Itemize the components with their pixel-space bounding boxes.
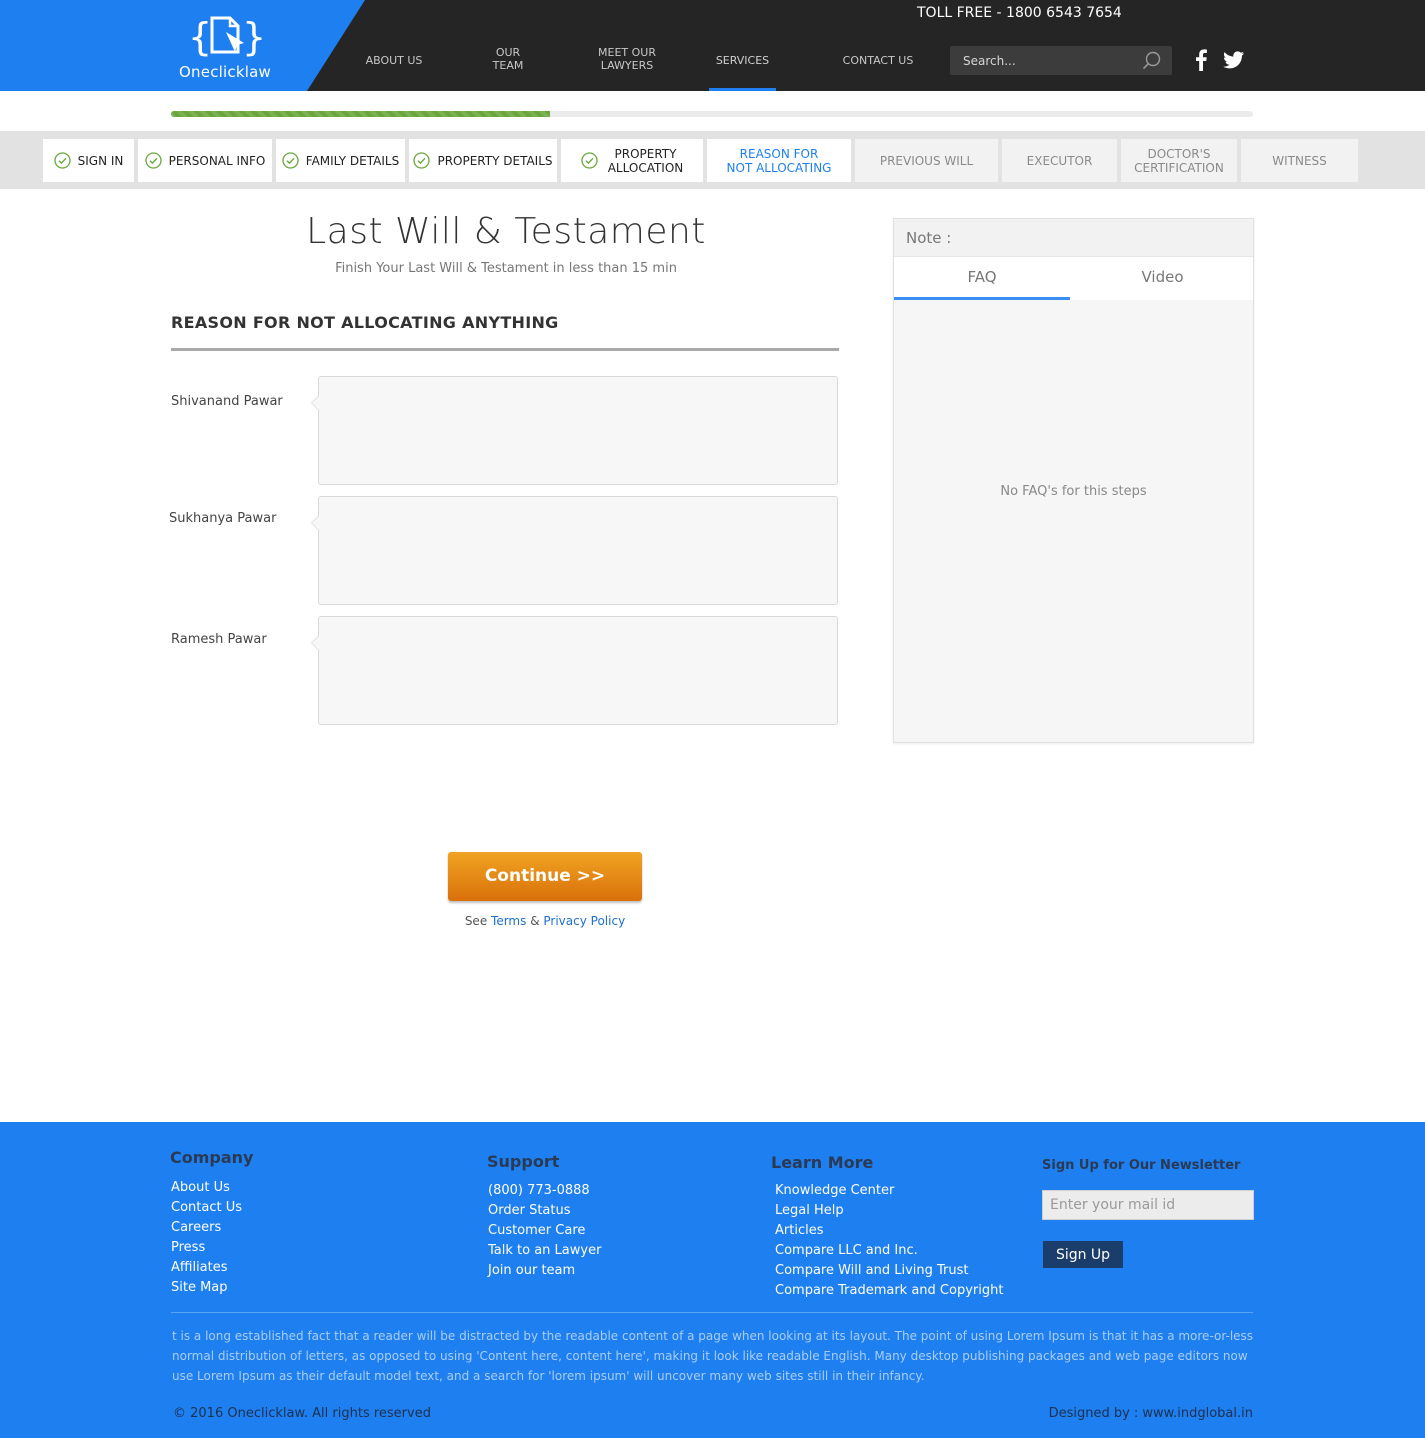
- step-personal-info[interactable]: PERSONAL INFO: [138, 139, 272, 182]
- brand-name: Oneclicklaw: [179, 63, 271, 81]
- terms-link[interactable]: Terms: [491, 914, 526, 928]
- tab-faq[interactable]: FAQ: [894, 257, 1070, 300]
- footer-company-links: About Us Contact Us Careers Press Affili…: [171, 1178, 242, 1298]
- newsletter-signup-button[interactable]: Sign Up: [1043, 1241, 1123, 1268]
- check-circle-icon: [144, 152, 162, 169]
- nav-contact-us[interactable]: CONTACT US: [836, 0, 920, 91]
- reason-box: [311, 376, 838, 485]
- faq-empty-message: No FAQ's for this steps: [1000, 484, 1147, 499]
- check-circle-icon: [581, 152, 598, 169]
- page-subtitle: Finish Your Last Will & Testament in les…: [335, 261, 677, 276]
- privacy-policy-link[interactable]: Privacy Policy: [543, 914, 625, 928]
- footer-description: t is a long established fact that a read…: [172, 1329, 1254, 1383]
- facebook-icon[interactable]: [1194, 49, 1208, 71]
- footer-link[interactable]: Compare Will and Living Trust: [775, 1261, 1003, 1281]
- check-circle-icon: [413, 152, 431, 169]
- footer-link[interactable]: Careers: [171, 1218, 242, 1238]
- progress-fill: [171, 111, 550, 117]
- step-previous-will[interactable]: PREVIOUS WILL: [855, 139, 998, 182]
- footer-link[interactable]: Articles: [775, 1221, 1003, 1241]
- document-cursor-icon: { }: [188, 15, 264, 59]
- footer-link[interactable]: Knowledge Center: [775, 1181, 1003, 1201]
- footer-link[interactable]: Order Status: [488, 1201, 601, 1221]
- brand-logo[interactable]: { } Oneclicklaw: [170, 10, 280, 82]
- search-box: [950, 46, 1172, 75]
- step-property-details[interactable]: PROPERTY DETAILS: [409, 139, 557, 182]
- footer-link[interactable]: Compare Trademark and Copyright: [775, 1281, 1003, 1301]
- footer-link[interactable]: About Us: [171, 1178, 242, 1198]
- designed-by[interactable]: Designed by : www.indglobal.in: [1049, 1406, 1253, 1421]
- footer-divider: [171, 1312, 1253, 1313]
- svg-text:{: {: [188, 15, 212, 59]
- search-input[interactable]: [950, 46, 1172, 75]
- note-title: Note :: [894, 219, 1253, 257]
- reason-textarea-shivanand[interactable]: [319, 377, 837, 484]
- copyright: © 2016 Oneclicklaw. All rights reserved: [173, 1406, 431, 1421]
- footer-learn-heading: Learn More: [771, 1153, 874, 1172]
- check-circle-icon: [53, 152, 71, 169]
- continue-button[interactable]: Continue >>: [448, 852, 642, 901]
- footer-link[interactable]: Compare LLC and Inc.: [775, 1241, 1003, 1261]
- footer-link[interactable]: Join our team: [488, 1261, 601, 1281]
- footer-link[interactable]: Customer Care: [488, 1221, 601, 1241]
- tab-video[interactable]: Video: [1070, 257, 1255, 300]
- person-name-label: Shivanand Pawar: [171, 394, 283, 409]
- person-name-label: Ramesh Pawar: [171, 632, 267, 647]
- terms-line: See Terms & Privacy Policy: [464, 914, 626, 928]
- nav-our-team[interactable]: OUR TEAM: [478, 0, 538, 91]
- twitter-icon[interactable]: [1223, 51, 1244, 69]
- footer-learn-links: Knowledge Center Legal Help Articles Com…: [775, 1181, 1003, 1301]
- reason-textarea-ramesh[interactable]: [319, 617, 837, 724]
- step-doctors-certification[interactable]: DOCTOR'S CERTIFICATION: [1121, 139, 1237, 182]
- person-name-label: Sukhanya Pawar: [169, 511, 277, 526]
- progress-bar: [171, 111, 1253, 117]
- step-sign-in[interactable]: SIGN IN: [43, 139, 134, 182]
- note-tabs: FAQ Video: [894, 257, 1253, 300]
- newsletter-heading: Sign Up for Our Newsletter: [1042, 1158, 1241, 1173]
- svg-text:}: }: [242, 15, 264, 59]
- nav-about-us[interactable]: ABOUT US: [358, 0, 430, 91]
- reason-box: [311, 496, 838, 605]
- reason-textarea-sukhanya[interactable]: [319, 497, 837, 604]
- step-family-details[interactable]: FAMILY DETAILS: [276, 139, 405, 182]
- toll-free-number: TOLL FREE - 1800 6543 7654: [917, 5, 1122, 21]
- step-executor[interactable]: EXECUTOR: [1002, 139, 1117, 182]
- section-divider: [171, 348, 839, 351]
- reason-box: [311, 616, 838, 725]
- step-witness[interactable]: WITNESS: [1241, 139, 1358, 182]
- search-icon[interactable]: [1142, 51, 1162, 71]
- footer-company-heading: Company: [170, 1148, 254, 1167]
- footer-link[interactable]: Site Map: [171, 1278, 242, 1298]
- footer-link[interactable]: Press: [171, 1238, 242, 1258]
- nav-meet-our-lawyers[interactable]: MEET OUR LAWYERS: [592, 0, 662, 91]
- note-panel: Note : FAQ Video No FAQ's for this steps: [893, 218, 1254, 743]
- footer-link[interactable]: Legal Help: [775, 1201, 1003, 1221]
- check-circle-icon: [282, 152, 299, 169]
- step-property-allocation[interactable]: PROPERTY ALLOCATION: [561, 139, 703, 182]
- page-title: Last Will & Testament: [306, 211, 706, 252]
- section-title: REASON FOR NOT ALLOCATING ANYTHING: [171, 313, 559, 332]
- footer-support-links: (800) 773-0888 Order Status Customer Car…: [488, 1181, 601, 1281]
- site-header: { } Oneclicklaw TOLL FREE - 1800 6543 76…: [0, 0, 1425, 91]
- footer-link[interactable]: Affiliates: [171, 1258, 242, 1278]
- newsletter-email-input[interactable]: [1042, 1190, 1254, 1220]
- footer-link[interactable]: Contact Us: [171, 1198, 242, 1218]
- footer-link[interactable]: (800) 773-0888: [488, 1181, 601, 1201]
- nav-services[interactable]: SERVICES: [709, 0, 776, 91]
- footer-support-heading: Support: [487, 1152, 560, 1171]
- footer-link[interactable]: Talk to an Lawyer: [488, 1241, 601, 1261]
- step-reason-for-not-allocating[interactable]: REASON FOR NOT ALLOCATING: [707, 139, 851, 182]
- site-footer: Company About Us Contact Us Careers Pres…: [0, 1122, 1425, 1438]
